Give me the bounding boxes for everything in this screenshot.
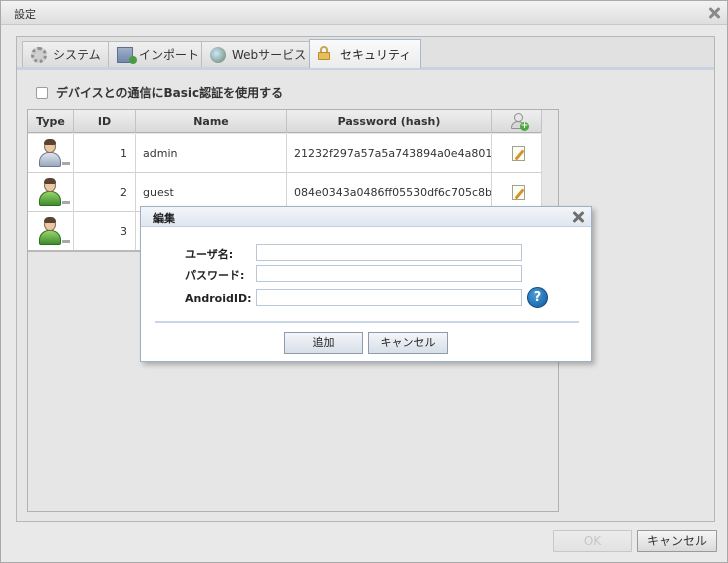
edit-cell bbox=[492, 134, 542, 173]
import-icon bbox=[117, 46, 137, 64]
tab-system[interactable]: システム bbox=[22, 41, 111, 67]
tab-strip: システム インポート Webサービス セキュリティ bbox=[17, 37, 714, 70]
username-field[interactable] bbox=[256, 244, 522, 261]
password-hash-cell: 21232f297a57a5a743894a0e4a801fc3 bbox=[287, 134, 492, 173]
web-service-icon bbox=[210, 46, 226, 63]
id-cell: 1 bbox=[74, 134, 136, 173]
tab-security-label: セキュリティ bbox=[340, 47, 412, 62]
help-icon[interactable]: ? bbox=[527, 287, 548, 308]
column-type[interactable]: Type bbox=[28, 110, 74, 133]
basic-auth-row: デバイスとの通信にBasic認証を使用する bbox=[36, 84, 283, 101]
username-label: ユーザ名: bbox=[185, 248, 234, 261]
column-name[interactable]: Name bbox=[136, 110, 287, 133]
column-id[interactable]: ID bbox=[74, 110, 136, 133]
window-title: 設定 bbox=[14, 8, 36, 21]
edit-icon[interactable] bbox=[512, 185, 525, 200]
admin-user-icon bbox=[38, 139, 70, 168]
lock-icon bbox=[318, 46, 334, 62]
basic-auth-checkbox[interactable] bbox=[36, 86, 48, 99]
table-row[interactable]: 1 admin 21232f297a57a5a743894a0e4a801fc3 bbox=[28, 134, 542, 173]
password-label: パスワード: bbox=[185, 269, 245, 282]
tab-import[interactable]: インポート bbox=[108, 41, 210, 67]
column-add: + bbox=[492, 110, 542, 133]
tab-import-label: インポート bbox=[139, 48, 200, 62]
ok-button[interactable]: OK bbox=[553, 530, 632, 552]
android-id-field[interactable] bbox=[256, 289, 522, 306]
column-password-hash[interactable]: Password (hash) bbox=[287, 110, 492, 133]
edit-dialog-title: 編集 bbox=[153, 212, 175, 225]
edit-dialog-header: 編集 bbox=[141, 207, 591, 227]
guest-user-icon bbox=[38, 217, 70, 246]
type-cell bbox=[28, 212, 74, 251]
grid-header: Type ID Name Password (hash) + bbox=[28, 110, 542, 133]
tab-security[interactable]: セキュリティ bbox=[309, 39, 422, 68]
id-cell: 2 bbox=[74, 173, 136, 212]
edit-dialog: 編集 ユーザ名: パスワード: AndroidID: ? 追加 キャンセル bbox=[140, 206, 592, 362]
window-titlebar: 設定 bbox=[1, 1, 727, 25]
dialog-close-icon[interactable] bbox=[571, 210, 585, 224]
id-cell: 3 bbox=[74, 212, 136, 251]
password-field[interactable] bbox=[256, 265, 522, 282]
add-user-icon[interactable]: + bbox=[511, 113, 529, 131]
settings-window: 設定 システム インポート Webサービス セキュリティ デバイスとの通信にBa… bbox=[0, 0, 728, 563]
add-button[interactable]: 追加 bbox=[284, 332, 363, 354]
tab-web-service[interactable]: Webサービス bbox=[201, 41, 317, 67]
android-id-label: AndroidID: bbox=[185, 292, 252, 305]
type-cell bbox=[28, 134, 74, 173]
edit-icon[interactable] bbox=[512, 146, 525, 161]
gear-icon bbox=[31, 46, 47, 63]
type-cell bbox=[28, 173, 74, 212]
tab-system-label: システム bbox=[53, 48, 101, 62]
dialog-cancel-button[interactable]: キャンセル bbox=[368, 332, 448, 354]
name-cell: admin bbox=[136, 134, 287, 173]
dialog-separator bbox=[155, 321, 579, 323]
guest-user-icon bbox=[38, 178, 70, 207]
basic-auth-label: デバイスとの通信にBasic認証を使用する bbox=[56, 86, 284, 100]
cancel-button[interactable]: キャンセル bbox=[637, 530, 717, 552]
window-close-icon[interactable] bbox=[707, 6, 721, 20]
tab-web-service-label: Webサービス bbox=[232, 48, 307, 62]
